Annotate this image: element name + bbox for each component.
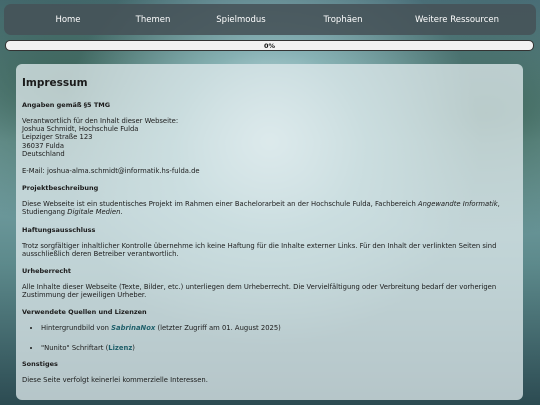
address-line: Deutschland (22, 149, 65, 158)
misc-heading: Sonstiges (22, 359, 58, 368)
source-suffix: ) (132, 343, 135, 352)
sabrinanox-link[interactable]: SabrinaNox (111, 324, 155, 332)
responsible-block: Verantwortlich für den Inhalt dieser Web… (22, 117, 517, 158)
sources-heading: Verwendete Quellen und Lizenzen (22, 308, 147, 317)
project-program: Digitale Medien (67, 208, 121, 217)
nav-item-themen[interactable]: Themen (132, 15, 174, 25)
email-text: E-Mail: joshua-alma.schmidt@informatik.h… (22, 167, 200, 176)
nav-item-spielmodus[interactable]: Spielmodus (174, 15, 308, 25)
list-item: "Nunito" Schriftart (Lizenz) (41, 344, 517, 352)
project-faculty: Angewandte Informatik (417, 200, 498, 209)
list-item: Hintergrundbild von SabrinaNox (letzter … (41, 324, 517, 332)
misc-text: Diese Seite verfolgt keinerlei kommerzie… (22, 375, 208, 384)
source-prefix: "Nunito" Schriftart ( (41, 343, 109, 352)
page-title: Impressum (22, 77, 88, 89)
copyright-heading: Urheberrecht (22, 267, 71, 276)
source-prefix: Hintergrundbild von (41, 324, 112, 333)
project-text-part: . (120, 208, 123, 217)
nav-item-trophaeen[interactable]: Trophäen (308, 15, 378, 25)
liability-heading: Haftungsausschluss (22, 225, 96, 234)
project-text-part: Diese Webseite ist ein studentisches Pro… (22, 200, 418, 209)
progress-bar: 0% (5, 40, 534, 51)
sources-list: Hintergrundbild von SabrinaNox (letzter … (22, 324, 517, 351)
copyright-text: Alle Inhalte dieser Webseite (Texte, Bil… (22, 283, 497, 300)
address-line: 36037 Fulda (22, 141, 64, 150)
responsible-intro: Verantwortlich für den Inhalt dieser Web… (22, 117, 179, 125)
liability-text: Trotz sorgfältiger inhaltlicher Kontroll… (22, 241, 497, 258)
license-link[interactable]: Lizenz (108, 344, 132, 352)
address-line: Leipziger Straße 123 (22, 133, 93, 142)
address-line: Joshua Schmidt, Hochschule Fulda (22, 125, 139, 134)
nav-item-home[interactable]: Home (4, 15, 132, 25)
nav-item-weitere-ressourcen[interactable]: Weitere Ressourcen (378, 15, 536, 25)
source-suffix: (letzter Zugriff am 01. August 2025) (155, 324, 281, 333)
impressum-card: Impressum Angaben gemäß §5 TMG Verantwor… (16, 64, 523, 400)
main-navbar: Home Themen Spielmodus Trophäen Weitere … (4, 4, 536, 35)
project-text: Diese Webseite ist ein studentisches Pro… (22, 200, 517, 216)
project-heading: Projektbeschreibung (22, 184, 99, 193)
progress-label: 0% (263, 41, 276, 50)
tmg-heading: Angaben gemäß §5 TMG (22, 101, 111, 109)
